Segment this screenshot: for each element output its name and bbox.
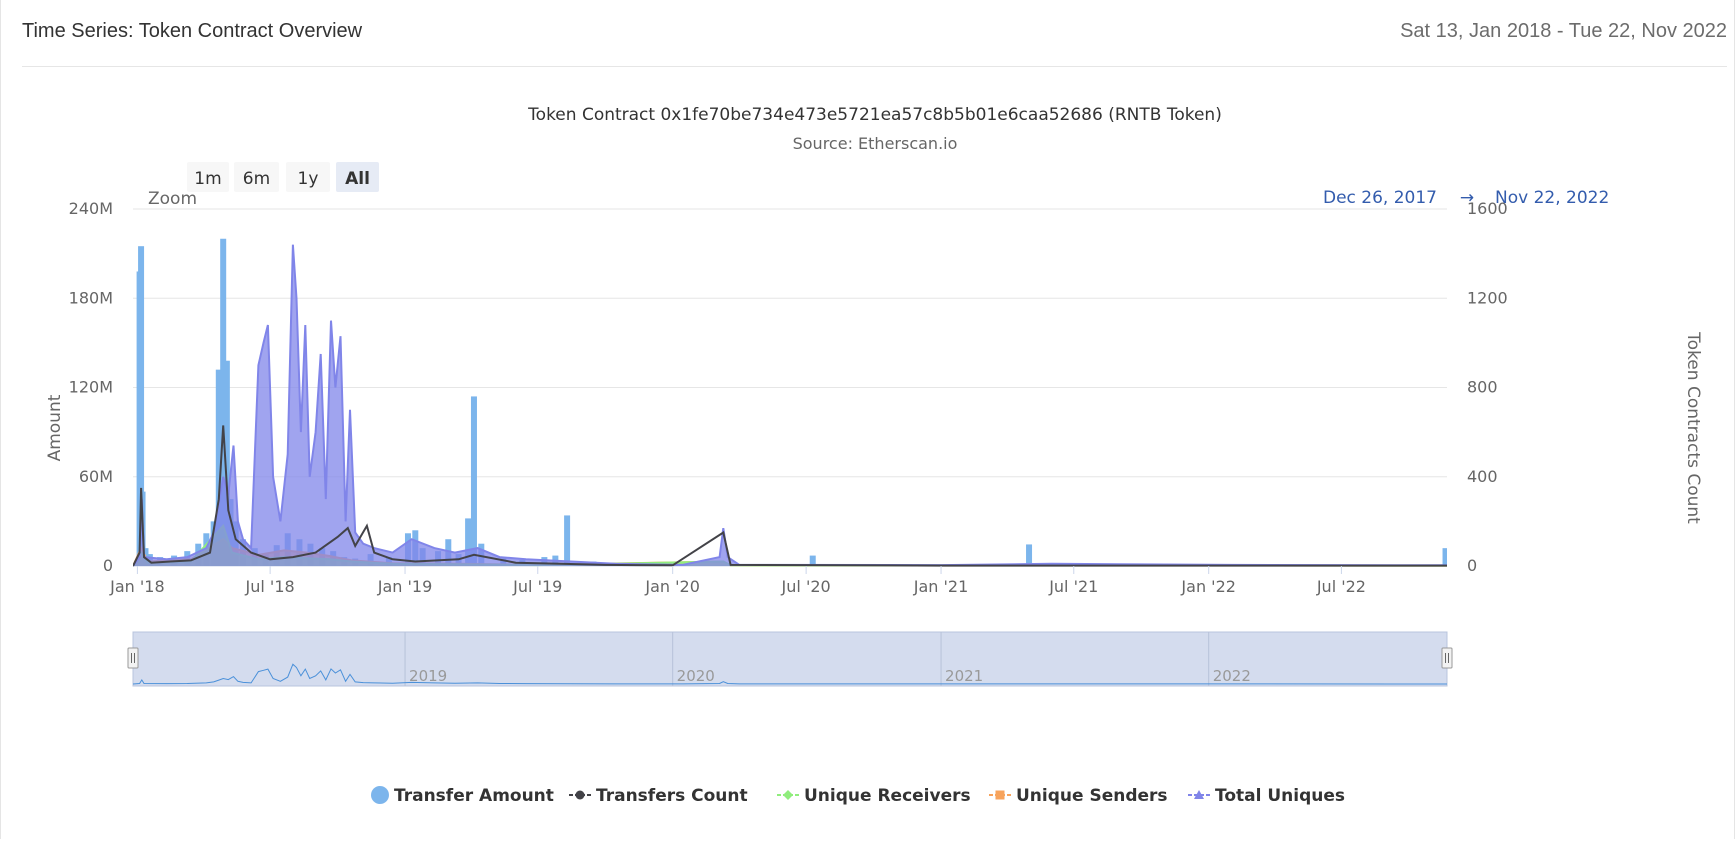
navigator-handle-body	[127, 647, 139, 669]
zoom-button-label: 6m	[243, 169, 270, 189]
y-right-tick-label: 800	[1467, 378, 1498, 397]
series-total-uniques	[133, 244, 1447, 567]
chart-title: Token Contract 0x1fe70be734e473e5721ea57…	[527, 105, 1222, 125]
legend-marker-circle-icon	[575, 790, 585, 800]
navigator-handle-body	[1441, 647, 1453, 669]
x-tick-label: Jan '22	[1180, 577, 1236, 596]
zoom-button-label: 1m	[194, 169, 221, 189]
x-tick-label: Jan '19	[377, 577, 433, 596]
x-tick-label: Jul '22	[1316, 577, 1366, 596]
y-right-axis-title: Token Contracts Count	[1683, 331, 1703, 524]
legend-label: Transfers Count	[596, 786, 748, 806]
legend-marker-diamond-icon	[783, 790, 793, 800]
zoom-button-label: 1y	[298, 169, 319, 189]
legend-item-transfer-amount[interactable]: Transfer Amount	[371, 786, 554, 806]
zoom-button-1y[interactable]: 1y	[286, 162, 330, 192]
bar-transfer-amount	[1026, 544, 1033, 566]
y-right-tick-label: 1600	[1467, 199, 1508, 218]
y-right-tick-label: 1200	[1467, 288, 1508, 307]
x-tick-label: Jan '18	[109, 577, 165, 596]
y-left-tick-label: 240M	[69, 199, 113, 218]
y-left-tick-label: 0	[103, 556, 113, 575]
navigator-year-label: 2020	[677, 667, 715, 685]
area-total-uniques	[133, 244, 1447, 566]
legend: Transfer Amount Transfers Count Unique Rec…	[371, 786, 1345, 806]
y-left-tick-label: 120M	[69, 378, 113, 397]
zoom-button-6m[interactable]: 6m	[234, 162, 279, 192]
zoom-button-1m[interactable]: 1m	[187, 162, 229, 192]
legend-label: Unique Receivers	[804, 786, 971, 806]
legend-marker-square-icon	[995, 790, 1005, 800]
x-tick-label: Jul '19	[512, 577, 562, 596]
bar-transfer-amount	[470, 396, 477, 566]
legend-item-unique-senders[interactable]: Unique Senders	[989, 786, 1168, 806]
y-left-tick-label: 60M	[79, 467, 113, 486]
plot-area	[133, 238, 1447, 567]
navigator[interactable]: 2019 2020 2021 2022	[127, 631, 1453, 687]
range-from[interactable]: Dec 26, 2017	[1323, 188, 1437, 208]
y-left-tick-label: 180M	[69, 288, 113, 307]
navigator-handle-left[interactable]	[127, 647, 139, 669]
bar-transfer-amount	[564, 515, 571, 566]
legend-label: Transfer Amount	[394, 786, 554, 806]
navigator-year-label: 2021	[945, 667, 983, 685]
chart-canvas: Token Contract 0x1fe70be734e473e5721ea57…	[45, 105, 1703, 806]
legend-item-total-uniques[interactable]: Total Uniques	[1188, 786, 1345, 806]
legend-label: Total Uniques	[1215, 786, 1345, 806]
bar-transfer-amount	[1442, 548, 1447, 566]
zoom-button-all[interactable]: All	[336, 162, 379, 192]
legend-item-transfers-count[interactable]: Transfers Count	[569, 786, 748, 806]
chart-subtitle: Source: Etherscan.io	[793, 134, 958, 153]
y-right-tick-label: 400	[1467, 467, 1498, 486]
x-tick-label: Jul '21	[1048, 577, 1098, 596]
y-right-tick-label: 0	[1467, 556, 1477, 575]
x-tick-label: Jan '20	[644, 577, 700, 596]
legend-item-unique-receivers[interactable]: Unique Receivers	[777, 786, 971, 806]
legend-symbol-circle-icon	[371, 786, 389, 804]
range-to[interactable]: Nov 22, 2022	[1495, 188, 1609, 208]
x-tick-label: Jan '21	[913, 577, 969, 596]
y-left-axis-title: Amount	[45, 394, 65, 461]
x-tick-label: Jul '18	[245, 577, 295, 596]
navigator-year-label: 2022	[1213, 667, 1251, 685]
zoom-selector: Zoom 1m 6m 1y All	[148, 162, 379, 209]
navigator-handle-right[interactable]	[1441, 647, 1453, 669]
legend-label: Unique Senders	[1016, 786, 1168, 806]
zoom-button-label: All	[345, 169, 370, 189]
x-tick-label: Jul '20	[781, 577, 831, 596]
